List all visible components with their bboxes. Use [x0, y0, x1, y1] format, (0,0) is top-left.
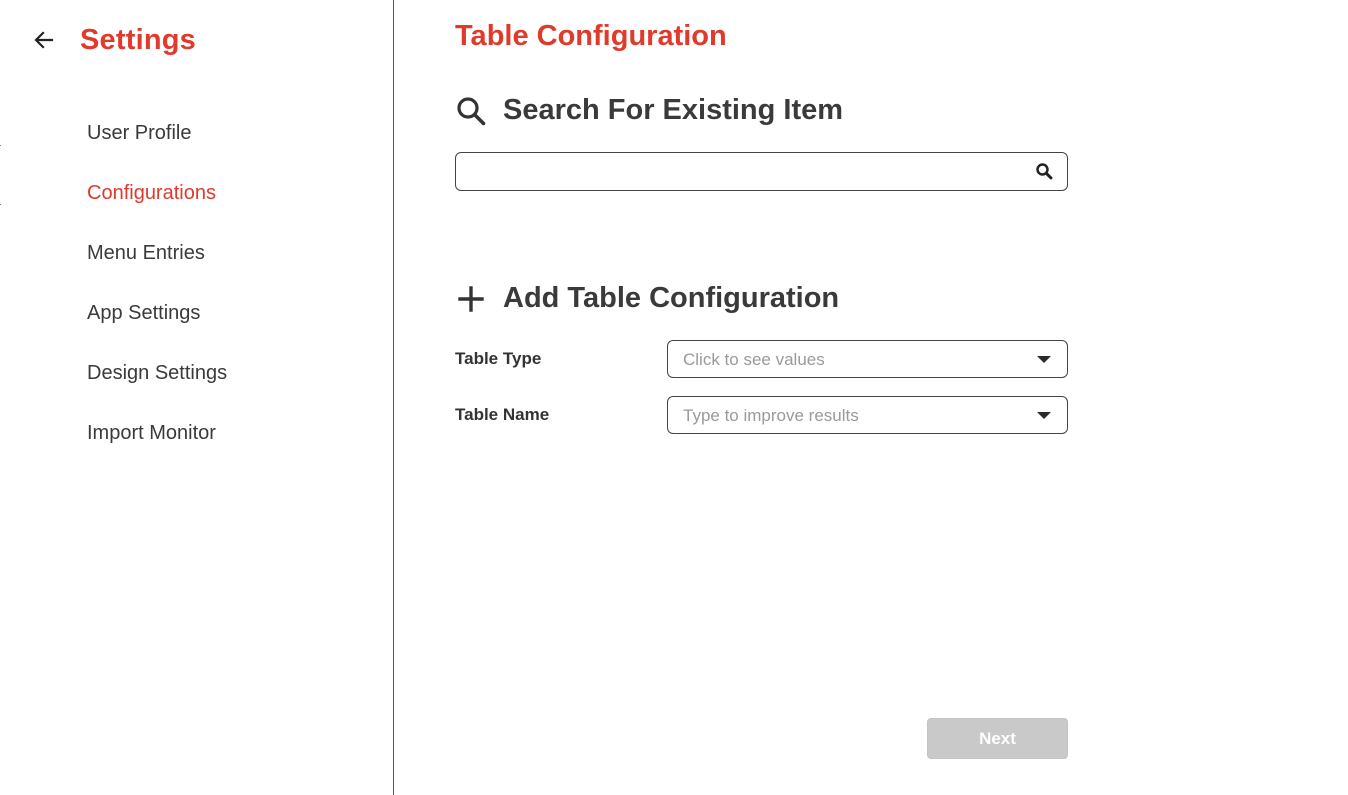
- settings-app: Settings User Profile Configurations Men…: [0, 0, 1348, 795]
- sidebar-header: Settings: [32, 20, 196, 60]
- table-name-label: Table Name: [455, 405, 550, 424]
- sidebar-item-import-monitor[interactable]: Import Monitor: [87, 412, 227, 472]
- table-type-placeholder: Click to see values: [683, 350, 825, 369]
- sidebar-item-design-settings[interactable]: Design Settings: [87, 352, 227, 412]
- table-name-select[interactable]: Type to improve results: [667, 396, 1068, 434]
- search-field: [455, 152, 1068, 192]
- add-section-title: Add Table Configuration: [503, 282, 840, 314]
- sidebar-title: Settings: [80, 23, 196, 56]
- search-icon: [457, 96, 486, 125]
- table-name-row: Table Name Type to improve results: [455, 396, 1068, 434]
- table-type-select[interactable]: Click to see values: [667, 340, 1068, 378]
- sidebar-item-user-profile[interactable]: User Profile: [87, 112, 227, 172]
- table-name-placeholder: Type to improve results: [683, 406, 859, 425]
- table-type-row: Table Type Click to see values: [455, 340, 1068, 378]
- sidebar-divider: [0, 145, 1, 205]
- search-section-heading: Search For Existing Item: [455, 94, 843, 127]
- sidebar-item-menu-entries[interactable]: Menu Entries: [87, 232, 227, 292]
- sidebar-nav: User Profile Configurations Menu Entries…: [87, 112, 227, 472]
- table-type-label: Table Type: [455, 349, 542, 368]
- caret-down-icon: [1037, 356, 1051, 363]
- sidebar-item-app-settings[interactable]: App Settings: [87, 292, 227, 352]
- page-title: Table Configuration: [455, 20, 727, 52]
- search-section-title: Search For Existing Item: [503, 94, 844, 126]
- caret-down-icon: [1037, 412, 1051, 419]
- next-button[interactable]: Next: [927, 718, 1068, 759]
- search-button-icon[interactable]: [1035, 162, 1053, 180]
- sidebar: Settings User Profile Configurations Men…: [0, 0, 394, 795]
- plus-icon: [458, 285, 484, 312]
- sidebar-item-configurations[interactable]: Configurations: [87, 172, 227, 232]
- main-content: Table Configuration Search For Existing …: [455, 0, 1068, 795]
- arrow-left-icon[interactable]: [32, 28, 56, 52]
- add-section-heading: Add Table Configuration: [455, 282, 839, 315]
- search-input[interactable]: [466, 153, 1030, 192]
